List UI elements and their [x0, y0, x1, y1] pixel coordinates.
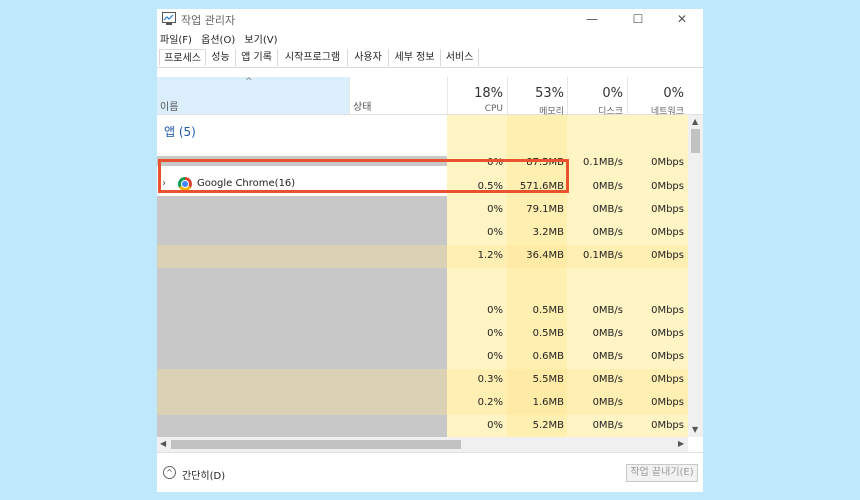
network-cell: 0Mbps — [651, 328, 684, 339]
memory-cell: 79.1MB — [526, 204, 564, 215]
disk-cell: 0.1MB/s — [583, 250, 623, 261]
cpu-cell: 0% — [487, 351, 503, 362]
tab-details[interactable]: 세부 정보 — [389, 49, 441, 66]
tab-services[interactable]: 서비스 — [441, 49, 479, 66]
scroll-right-icon[interactable]: ▶ — [678, 439, 684, 448]
footer-bar: ^ 간단히(D) 작업 끝내기(E) — [157, 452, 703, 493]
vertical-scrollbar[interactable]: ▲ ▼ — [688, 115, 703, 437]
cpu-cell: 0% — [487, 227, 503, 238]
menu-file[interactable]: 파일(F) — [160, 35, 192, 46]
menu-options[interactable]: 옵션(O) — [201, 35, 235, 46]
tab-performance[interactable]: 성능 — [206, 49, 236, 66]
scroll-up-icon[interactable]: ▲ — [692, 117, 698, 126]
close-button[interactable]: ✕ — [659, 9, 705, 31]
cpu-cell: 0.3% — [477, 374, 503, 385]
memory-cell: 1.6MB — [532, 397, 564, 408]
table-row[interactable]: 0% 0.5MB 0MB/s 0Mbps — [157, 323, 688, 346]
table-row[interactable]: 0% 0.6MB 0MB/s 0Mbps — [157, 346, 688, 369]
disk-cell: 0.1MB/s — [583, 157, 623, 168]
disk-cell: 0MB/s — [592, 204, 623, 215]
cpu-cell: 0% — [487, 305, 503, 316]
tab-app-history[interactable]: 앱 기록 — [236, 49, 278, 66]
disk-cell: 0MB/s — [592, 420, 623, 431]
network-cell: 0Mbps — [651, 204, 684, 215]
network-cell: 0Mbps — [651, 181, 684, 192]
network-header-pct[interactable]: 0% — [627, 86, 684, 101]
name-header-label: 이름 — [160, 102, 179, 113]
cpu-cell: 0% — [487, 328, 503, 339]
column-header: ^ 이름 상태 18% CPU 53% 메모리 0% 디스크 0% 네트워크 — [157, 77, 703, 117]
memory-cell: 36.4MB — [526, 250, 564, 261]
highlight-box — [158, 159, 569, 193]
sort-caret-icon: ^ — [245, 77, 253, 87]
memory-cell: 5.2MB — [532, 420, 564, 431]
disk-cell: 0MB/s — [592, 351, 623, 362]
table-row[interactable]: 0% 3.2MB 0MB/s 0Mbps — [157, 222, 688, 245]
column-divider — [627, 77, 628, 114]
table-row[interactable]: 1.2% 36.4MB 0.1MB/s 0Mbps — [157, 245, 688, 268]
table-row[interactable]: 0.3% 5.5MB 0MB/s 0Mbps — [157, 369, 688, 392]
scroll-left-icon[interactable]: ◀ — [160, 439, 166, 448]
cpu-cell: 0% — [487, 420, 503, 431]
network-cell: 0Mbps — [651, 305, 684, 316]
table-row[interactable]: 0.2% 1.6MB 0MB/s 0Mbps — [157, 392, 688, 415]
task-manager-window: 작업 관리자 — ☐ ✕ 파일(F) 옵션(O) 보기(V) 프로세스 성능 앱… — [157, 9, 703, 492]
horizontal-scroll-thumb[interactable] — [171, 440, 461, 449]
apps-group-label[interactable]: 앱 (5) — [164, 123, 196, 140]
horizontal-scrollbar[interactable]: ◀ ▶ — [157, 437, 688, 452]
disk-cell: 0MB/s — [592, 227, 623, 238]
column-divider — [349, 77, 350, 114]
table-row[interactable]: 0% 5.2MB 0MB/s 0Mbps — [157, 415, 688, 437]
minimize-button[interactable]: — — [569, 9, 615, 31]
network-cell: 0Mbps — [651, 351, 684, 362]
memory-cell: 5.5MB — [532, 374, 564, 385]
memory-cell: 3.2MB — [532, 227, 564, 238]
maximize-button[interactable]: ☐ — [615, 9, 661, 31]
cpu-cell: 0.2% — [477, 397, 503, 408]
disk-cell: 0MB/s — [592, 328, 623, 339]
tab-processes[interactable]: 프로세스 — [159, 49, 206, 66]
status-header-label[interactable]: 상태 — [353, 98, 371, 113]
table-row[interactable]: 0% 0.5MB 0MB/s 0Mbps — [157, 300, 688, 323]
network-cell: 0Mbps — [651, 420, 684, 431]
column-divider — [507, 77, 508, 114]
menu-bar: 파일(F) 옵션(O) 보기(V) — [160, 31, 283, 47]
disk-cell: 0MB/s — [592, 374, 623, 385]
network-cell: 0Mbps — [651, 397, 684, 408]
end-task-button[interactable]: 작업 끝내기(E) — [626, 464, 698, 482]
scroll-down-icon[interactable]: ▼ — [692, 425, 698, 434]
tab-users[interactable]: 사용자 — [348, 49, 389, 66]
window-title: 작업 관리자 — [181, 14, 236, 27]
memory-cell: 0.5MB — [532, 305, 564, 316]
memory-header-pct[interactable]: 53% — [507, 86, 564, 101]
collapse-toggle[interactable]: 간단히(D) — [182, 467, 225, 482]
cpu-cell: 1.2% — [477, 250, 503, 261]
column-divider — [447, 77, 448, 114]
cpu-header-label[interactable]: CPU — [447, 104, 503, 114]
menu-view[interactable]: 보기(V) — [244, 35, 277, 46]
network-cell: 0Mbps — [651, 374, 684, 385]
column-divider — [567, 77, 568, 114]
title-bar: 작업 관리자 — ☐ ✕ — [157, 9, 703, 31]
cpu-header-pct[interactable]: 18% — [447, 86, 503, 101]
disk-cell: 0MB/s — [592, 181, 623, 192]
disk-cell: 0MB/s — [592, 397, 623, 408]
cpu-cell: 0% — [487, 204, 503, 215]
network-cell: 0Mbps — [651, 157, 684, 168]
memory-cell: 0.6MB — [532, 351, 564, 362]
vertical-scroll-thumb[interactable] — [691, 129, 700, 153]
collapse-chevron-icon[interactable]: ^ — [163, 466, 176, 479]
task-manager-icon — [162, 12, 176, 25]
name-column-header[interactable]: ^ 이름 — [157, 77, 349, 114]
table-row[interactable]: 0% 79.1MB 0MB/s 0Mbps — [157, 199, 688, 222]
disk-header-pct[interactable]: 0% — [567, 86, 623, 101]
tab-strip: 프로세스 성능 앱 기록 시작프로그램 사용자 세부 정보 서비스 — [157, 49, 703, 68]
tab-startup[interactable]: 시작프로그램 — [278, 49, 348, 66]
disk-cell: 0MB/s — [592, 305, 623, 316]
memory-cell: 0.5MB — [532, 328, 564, 339]
network-cell: 0Mbps — [651, 227, 684, 238]
network-cell: 0Mbps — [651, 250, 684, 261]
